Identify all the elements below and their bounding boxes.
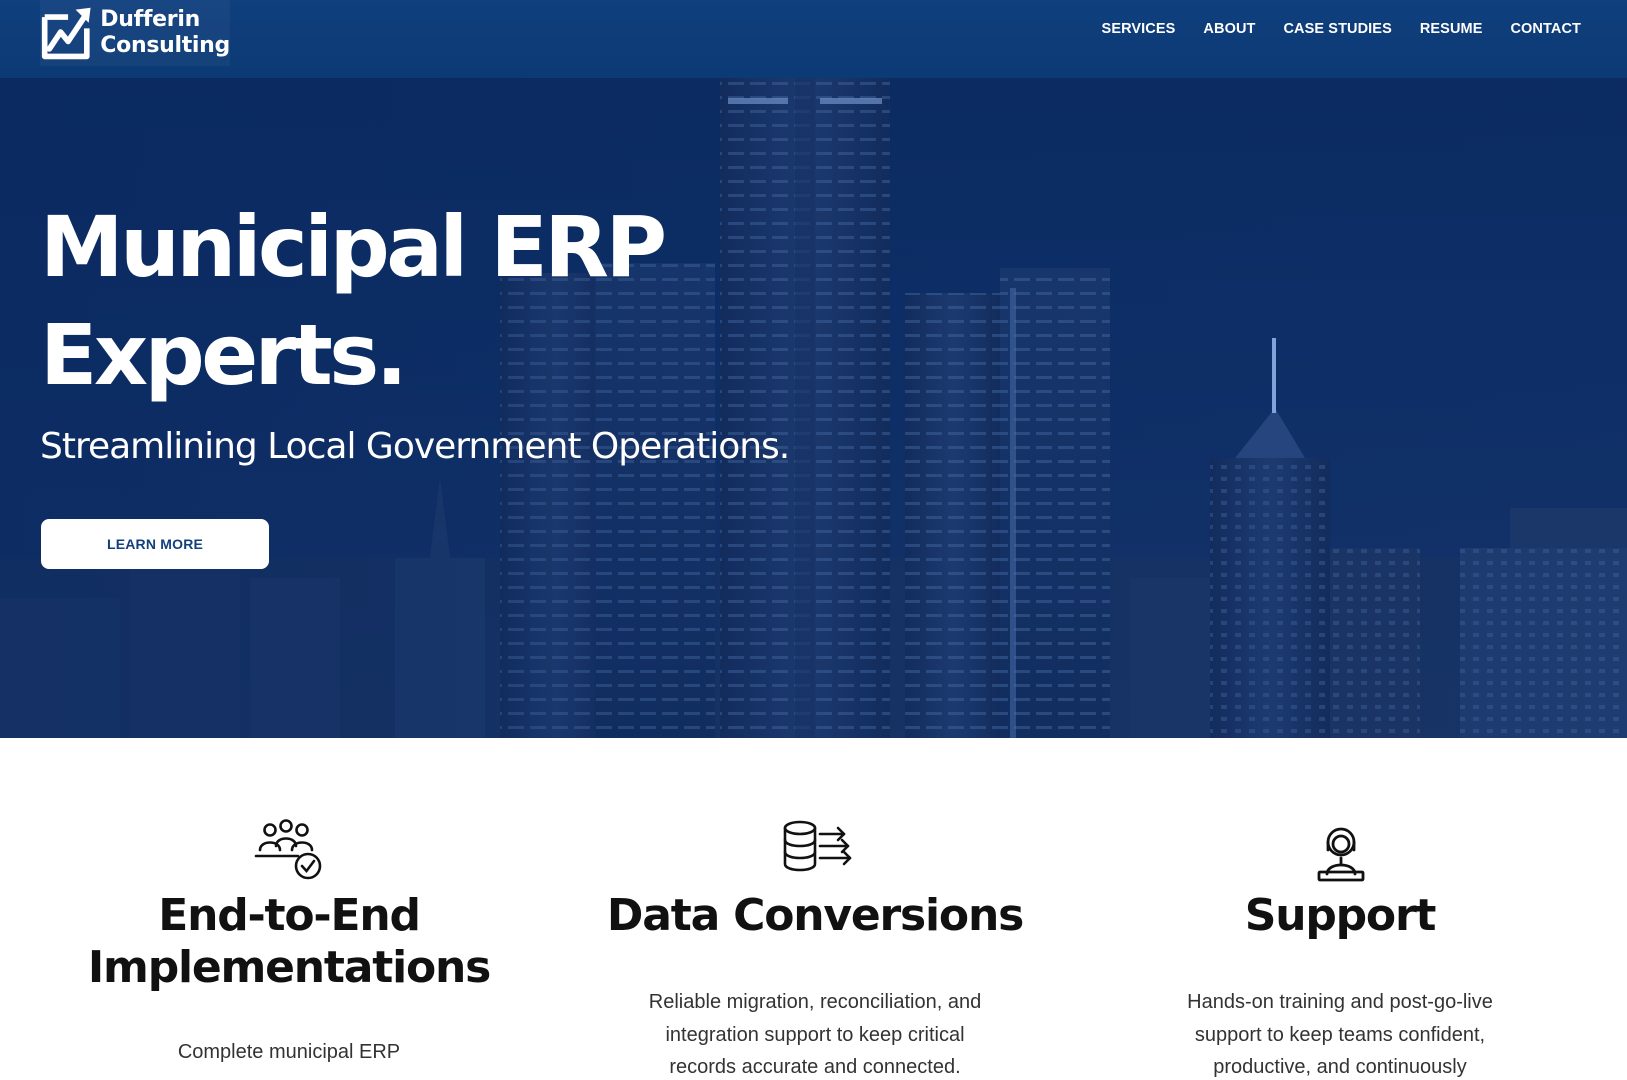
chart-arrow-icon bbox=[41, 7, 91, 60]
site-header: Dufferin Consulting SERVICES ABOUT CASE … bbox=[0, 0, 1627, 78]
service-title-data-conversions: Data Conversions bbox=[540, 890, 1090, 942]
database-transfer-icon bbox=[783, 820, 852, 872]
team-check-icon bbox=[254, 819, 322, 880]
service-desc-data-conversions: Reliable migration, reconciliation, and … bbox=[540, 986, 1090, 1080]
brand-name: Dufferin Consulting bbox=[100, 7, 230, 59]
service-title-line1: Data Conversions bbox=[606, 890, 1024, 941]
service-desc-implementations: Complete municipal ERP bbox=[0, 1036, 578, 1069]
service-title-line2: Implementations bbox=[87, 942, 491, 993]
support-agent-icon bbox=[1317, 827, 1365, 882]
nav-resume[interactable]: RESUME bbox=[1420, 21, 1483, 37]
hero-title-line1: Municipal ERP bbox=[40, 198, 667, 296]
hero-title-line2: Experts. bbox=[40, 306, 408, 404]
nav-about[interactable]: ABOUT bbox=[1203, 21, 1255, 37]
hero-subtitle: Streamlining Local Government Operations… bbox=[40, 426, 790, 467]
service-desc-line: Hands-on training and post-go-live bbox=[1187, 991, 1493, 1013]
service-desc-line: productive, and continuously bbox=[1213, 1056, 1467, 1078]
nav-contact[interactable]: CONTACT bbox=[1510, 21, 1581, 37]
hero-section: Municipal ERP Experts. Streamlining Loca… bbox=[0, 78, 1627, 738]
service-desc-line: Reliable migration, reconciliation, and bbox=[648, 991, 982, 1013]
brand-name-line2: Consulting bbox=[100, 33, 230, 58]
service-title-support: Support bbox=[1060, 890, 1620, 942]
service-title-implementations: End-to-End Implementations bbox=[0, 890, 578, 994]
logo-link[interactable]: Dufferin Consulting bbox=[40, 0, 230, 66]
nav-case-studies[interactable]: CASE STUDIES bbox=[1283, 21, 1391, 37]
service-title-line1: Support bbox=[1244, 890, 1437, 941]
main-nav: SERVICES ABOUT CASE STUDIES RESUME CONTA… bbox=[1102, 21, 1581, 37]
service-desc-line: support to keep teams confident, bbox=[1194, 1023, 1486, 1046]
service-desc-line: Complete municipal ERP bbox=[177, 1041, 401, 1063]
learn-more-button[interactable]: LEARN MORE bbox=[41, 519, 269, 569]
service-desc-support: Hands-on training and post-go-live suppo… bbox=[1060, 986, 1620, 1080]
service-desc-line: records accurate and connected. bbox=[669, 1056, 961, 1078]
hero-title: Municipal ERP Experts. bbox=[40, 193, 740, 409]
service-title-line1: End-to-End bbox=[158, 890, 421, 941]
services-section: End-to-End Implementations Complete muni… bbox=[0, 738, 1627, 1080]
nav-services[interactable]: SERVICES bbox=[1102, 21, 1176, 37]
service-desc-line: integration support to keep critical bbox=[665, 1023, 965, 1046]
brand-name-line1: Dufferin bbox=[100, 7, 200, 32]
